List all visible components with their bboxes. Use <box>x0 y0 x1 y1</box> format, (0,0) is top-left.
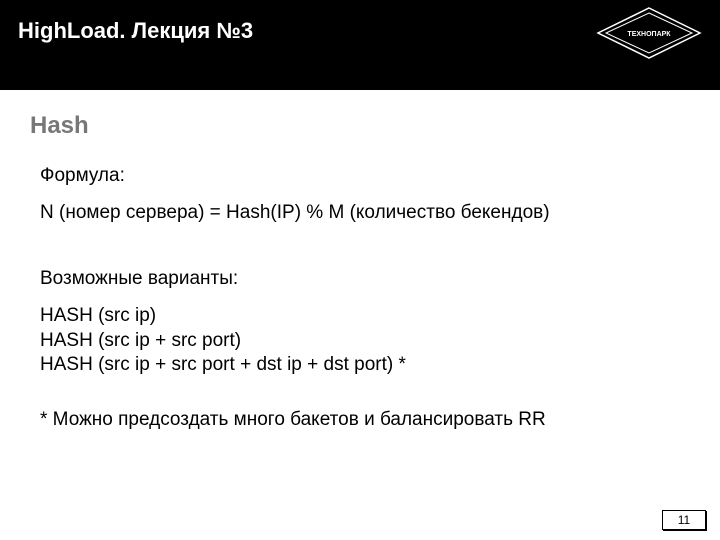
section-title: Hash <box>30 112 690 140</box>
svg-text:ТЕХНОПАРК: ТЕХНОПАРК <box>627 31 671 38</box>
hash-variant-3: HASH (src ip + src port + dst ip + dst p… <box>40 353 690 378</box>
header-title: HighLoad. Лекция №3 <box>18 18 253 44</box>
footnote-text: * Можно предсоздать много бакетов и бала… <box>40 408 690 433</box>
slide-header: HighLoad. Лекция №3 ТЕХНОПАРК <box>0 0 720 90</box>
page-number: 11 <box>662 510 706 530</box>
slide-content: Hash Формула: N (номер сервера) = Hash(I… <box>0 90 720 433</box>
logo-diamond-icon: ТЕХНОПАРК <box>594 6 704 60</box>
hash-variant-1: HASH (src ip) <box>40 304 690 329</box>
variants-label: Возможные варианты: <box>40 267 690 292</box>
hash-variant-2: HASH (src ip + src port) <box>40 329 690 354</box>
technopark-logo: ТЕХНОПАРК <box>594 6 704 60</box>
formula-text: N (номер сервера) = Hash(IP) % M (количе… <box>40 201 690 226</box>
formula-label: Формула: <box>40 164 690 189</box>
